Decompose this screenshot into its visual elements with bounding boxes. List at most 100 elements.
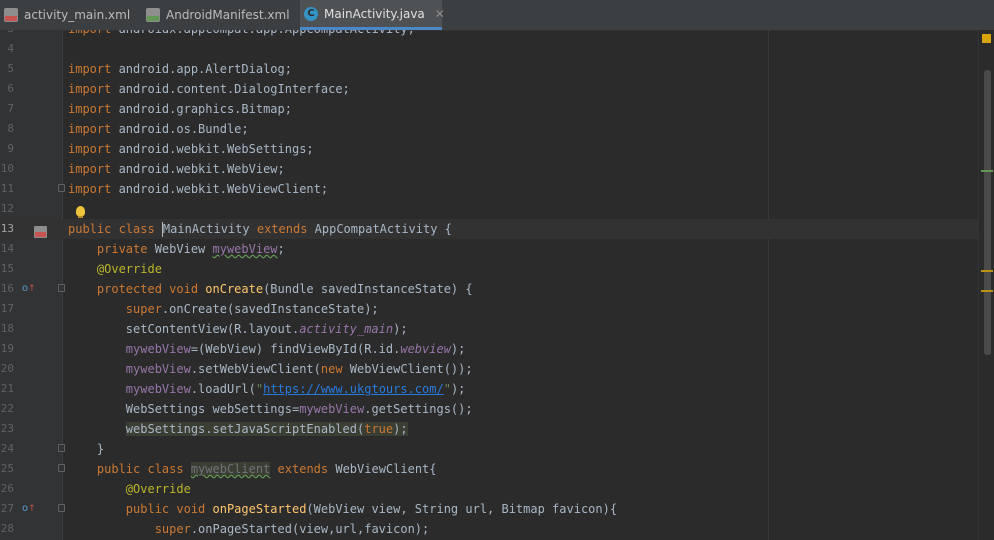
- code-line: import android.content.DialogInterface;: [68, 82, 350, 96]
- code-line: private WebView mywebView;: [96, 242, 285, 256]
- warning-square-icon[interactable]: [982, 34, 991, 43]
- code-row: 3 import androidx.appcompat.app.AppCompa…: [0, 30, 978, 39]
- code-line: setContentView(R.layout.activity_main);: [68, 322, 408, 336]
- code-row: 6 import android.content.DialogInterface…: [0, 79, 978, 99]
- code-row: 21 mywebView.loadUrl("https://www.ukgtou…: [0, 379, 978, 399]
- code-row: 5 import android.app.AlertDialog;: [0, 59, 978, 79]
- code-row: 14 private WebView mywebView;: [0, 239, 978, 259]
- line-number: 27: [0, 502, 14, 515]
- code-row: 8 import android.os.Bundle;: [0, 119, 978, 139]
- editor-tab-bar: activity_main.xml AndroidManifest.xml Ma…: [0, 0, 994, 31]
- line-number: 28: [0, 522, 14, 535]
- line-number: 14: [0, 242, 14, 255]
- line-number: 23: [0, 422, 14, 435]
- tab-label: MainActivity.java: [324, 6, 425, 21]
- line-number: 4: [7, 42, 14, 55]
- code-line: public class MainActivity extends AppCom…: [68, 222, 452, 237]
- close-tab-icon[interactable]: ✕: [435, 7, 445, 21]
- vertical-scrollbar[interactable]: [978, 30, 994, 540]
- fold-marker-icon[interactable]: [58, 284, 65, 292]
- fold-marker-icon[interactable]: [58, 504, 65, 512]
- manifest-icon: [146, 8, 160, 22]
- code-row: 22 WebSettings webSettings=mywebView.get…: [0, 399, 978, 419]
- code-line: protected void onCreate(Bundle savedInst…: [96, 282, 473, 296]
- line-number: 16: [0, 282, 14, 295]
- line-number: 20: [0, 362, 14, 375]
- code-line: import androidx.appcompat.app.AppCompatA…: [68, 30, 415, 39]
- override-method-icon[interactable]: o↑: [22, 282, 36, 296]
- code-row: 9 import android.webkit.WebSettings;: [0, 139, 978, 159]
- code-row: 17 super.onCreate(savedInstanceState);: [0, 299, 978, 319]
- fold-marker-icon[interactable]: [58, 464, 65, 472]
- code-row: 26 @Override: [0, 479, 978, 499]
- line-number: 15: [0, 262, 14, 275]
- line-number: 3: [0, 30, 14, 39]
- text-caret: [161, 222, 163, 237]
- code-line: webSettings.setJavaScriptEnabled(true);: [125, 422, 408, 436]
- line-number: 5: [7, 62, 14, 75]
- line-number: 21: [0, 382, 14, 395]
- tab-label: AndroidManifest.xml: [166, 8, 290, 22]
- line-number: 25: [0, 462, 14, 475]
- code-line: import android.os.Bundle;: [68, 122, 249, 136]
- line-number: 11: [0, 182, 14, 195]
- line-number: 8: [7, 122, 14, 135]
- code-line: super.onCreate(savedInstanceState);: [125, 302, 379, 316]
- line-number: 12: [0, 202, 14, 215]
- code-line: import android.app.AlertDialog;: [68, 62, 292, 76]
- code-row: 10 import android.webkit.WebView;: [0, 159, 978, 179]
- line-number: 9: [7, 142, 14, 155]
- code-line: }: [68, 442, 105, 456]
- java-class-icon: [304, 6, 318, 21]
- code-row: 24 }: [0, 439, 978, 459]
- code-row: 20 mywebView.setWebViewClient(new WebVie…: [0, 359, 978, 379]
- code-row: 25 public class mywebClient extends WebV…: [0, 459, 978, 479]
- lightbulb-icon[interactable]: [76, 206, 85, 218]
- code-line: public class mywebClient extends WebView…: [96, 462, 437, 476]
- line-number: 19: [0, 342, 14, 355]
- code-line: mywebView=(WebView) findViewById(R.id.we…: [125, 342, 466, 356]
- line-number: 10: [0, 162, 14, 175]
- code-line: WebSettings webSettings=mywebView.getSet…: [68, 402, 473, 416]
- tab-main-activity-java[interactable]: MainActivity.java ✕: [300, 0, 445, 30]
- line-number: 13: [0, 222, 14, 235]
- code-row: 19 mywebView=(WebView) findViewById(R.id…: [0, 339, 978, 359]
- code-row: 4: [0, 39, 978, 59]
- fold-marker-icon[interactable]: [58, 184, 65, 192]
- code-editor[interactable]: 3 import androidx.appcompat.app.AppCompa…: [0, 30, 994, 540]
- code-row: 28 super.onPageStarted(view,url,favicon)…: [0, 519, 978, 539]
- line-number: 6: [7, 82, 14, 95]
- code-row: 11 import android.webkit.WebViewClient;: [0, 179, 978, 199]
- change-marker[interactable]: [981, 170, 993, 172]
- xml-layout-icon: [4, 8, 18, 22]
- warning-marker[interactable]: [981, 290, 993, 292]
- code-row: 18 setContentView(R.layout.activity_main…: [0, 319, 978, 339]
- code-line: public void onPageStarted(WebView view, …: [125, 502, 618, 516]
- tab-activity-main-xml[interactable]: activity_main.xml: [0, 0, 140, 30]
- code-line: import android.webkit.WebView;: [68, 162, 285, 176]
- code-row: 7 import android.graphics.Bitmap;: [0, 99, 978, 119]
- code-row: 16 o↑ protected void onCreate(Bundle sav…: [0, 279, 978, 299]
- code-row: 15 @Override: [0, 259, 978, 279]
- code-line: super.onPageStarted(view,url,favicon);: [154, 522, 430, 536]
- line-number: 7: [7, 102, 14, 115]
- activity-class-icon[interactable]: [34, 223, 47, 238]
- override-method-icon[interactable]: o↑: [22, 502, 36, 516]
- code-line: import android.graphics.Bitmap;: [68, 102, 292, 116]
- code-row: 12: [0, 199, 978, 219]
- code-row: 27 o↑ public void onPageStarted(WebView …: [0, 499, 978, 519]
- fold-marker-icon[interactable]: [58, 444, 65, 452]
- warning-marker[interactable]: [981, 270, 993, 272]
- code-line: import android.webkit.WebSettings;: [68, 142, 314, 156]
- line-number: 26: [0, 482, 14, 495]
- line-number: 18: [0, 322, 14, 335]
- line-number: 17: [0, 302, 14, 315]
- line-number: 24: [0, 442, 14, 455]
- tab-android-manifest-xml[interactable]: AndroidManifest.xml: [142, 0, 298, 30]
- code-line: @Override: [125, 482, 191, 496]
- code-row: 23 webSettings.setJavaScriptEnabled(true…: [0, 419, 978, 439]
- line-number: 22: [0, 402, 14, 415]
- scrollbar-thumb[interactable]: [984, 70, 991, 355]
- tab-label: activity_main.xml: [24, 8, 131, 22]
- code-line: mywebView.loadUrl("https://www.ukgtours.…: [125, 382, 466, 396]
